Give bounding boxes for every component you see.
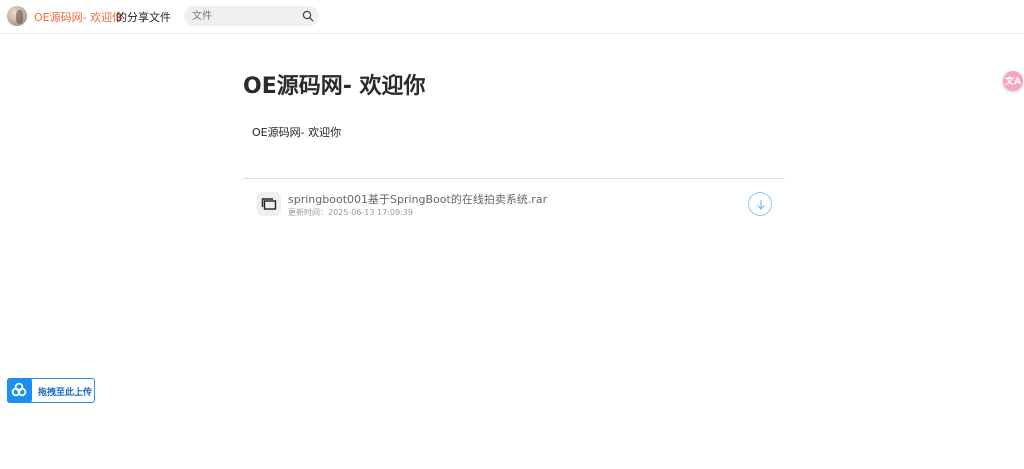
top-header: OE源码网- 欢迎你 的分享文件 [0,0,1024,34]
divider [243,178,785,179]
file-list-item[interactable]: springboot001基于SpringBoot的在线拍卖系统.rar 更新时… [243,185,785,225]
folder-icon [257,192,281,216]
upload-label: 拖拽至此上传 [38,388,93,398]
search-input[interactable] [192,8,292,24]
share-description: OE源码网- 欢迎你 [252,126,342,139]
download-button[interactable] [748,192,772,216]
page-title: OE源码网- 欢迎你 [243,74,426,99]
owner-name-link[interactable]: OE源码网- 欢迎你 [34,9,123,25]
drag-upload-button[interactable]: 拖拽至此上传 [7,378,95,403]
file-updated-time: 更新时间：2025-06-13 17:09:39 [288,208,413,217]
translate-icon: 文A [1005,77,1021,87]
file-name[interactable]: springboot001基于SpringBoot的在线拍卖系统.rar [288,191,547,207]
cloud-upload-icon [7,378,32,403]
search-box [184,6,319,26]
owner-suffix-label: 的分享文件 [116,11,171,24]
search-icon[interactable] [302,10,314,22]
download-arrow-icon [757,200,765,210]
avatar[interactable] [7,6,27,26]
translate-button[interactable]: 文A [1003,71,1023,91]
